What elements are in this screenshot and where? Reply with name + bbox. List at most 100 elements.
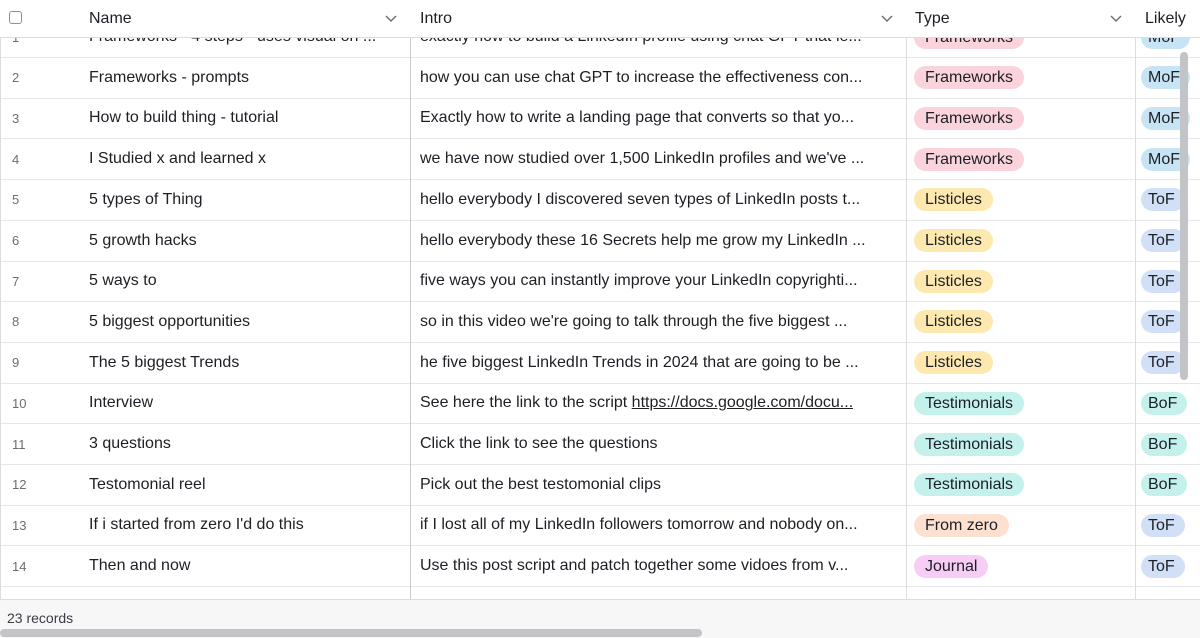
type-tag: Listicles <box>914 229 993 252</box>
type-cell[interactable]: Journal <box>914 546 1114 586</box>
type-tag: Testimonials <box>914 473 1025 497</box>
type-cell[interactable]: Testimonials <box>914 424 1114 464</box>
funnel-stage-tag: ToF <box>1141 351 1185 375</box>
table-row[interactable]: 5 5 types of Thing hello everybody I disco… <box>0 180 1200 221</box>
table-row[interactable]: 2 Frameworks - prompts how you can use cha… <box>0 58 1200 99</box>
intro-cell[interactable]: Exactly how to write a landing page that… <box>420 98 898 138</box>
name-cell[interactable]: Then and now <box>89 546 399 586</box>
name-cell[interactable]: 5 ways to <box>89 261 399 301</box>
likely-cell[interactable]: BoF <box>1141 383 1200 423</box>
likely-cell[interactable]: MoF <box>1141 139 1200 179</box>
table-row[interactable]: 6 5 growth hacks hello everybody these 16 … <box>0 221 1200 262</box>
likely-cell[interactable]: BoF <box>1141 465 1200 505</box>
column-header-type[interactable]: Type <box>915 0 1135 37</box>
row-number: 4 <box>12 151 20 167</box>
intro-text: Pick out the best testomonial clips <box>420 475 662 493</box>
type-cell[interactable]: Testimonials <box>914 383 1114 423</box>
intro-cell[interactable]: we have now studied over 1,500 LinkedIn … <box>420 139 898 179</box>
type-cell[interactable]: Listicles <box>914 343 1114 383</box>
table-row[interactable]: 4 I Studied x and learned x we have now st… <box>0 139 1200 181</box>
name-cell[interactable]: Frameworks - prompts <box>89 58 399 98</box>
name-cell[interactable]: The 5 biggest Trends <box>89 343 399 383</box>
intro-cell[interactable]: Pick out the best testomonial clips <box>420 465 898 505</box>
intro-cell[interactable]: See here the link to the script https://… <box>420 383 898 423</box>
type-cell[interactable]: Frameworks <box>914 98 1114 138</box>
intro-cell[interactable]: hello everybody these 16 Secrets help me… <box>420 221 898 261</box>
likely-cell[interactable]: MoF <box>1141 58 1200 98</box>
name-cell[interactable]: 5 types of Thing <box>89 180 399 220</box>
likely-cell[interactable]: ToF <box>1141 546 1200 586</box>
table-row[interactable]: 8 5 biggest opportunities so in this video… <box>0 302 1200 343</box>
name-cell[interactable]: 3 questions <box>89 424 399 464</box>
funnel-stage-tag: ToF <box>1141 310 1185 334</box>
type-cell[interactable]: Listicles <box>914 221 1114 261</box>
likely-cell[interactable]: ToF <box>1141 302 1200 342</box>
vertical-scrollbar[interactable] <box>1180 52 1188 380</box>
table-row[interactable]: 11 3 questions Click the link to see the q… <box>0 424 1200 465</box>
row-number: 11 <box>12 436 26 452</box>
type-cell[interactable]: Listicles <box>914 180 1114 220</box>
row-number: 3 <box>12 110 20 126</box>
name-cell[interactable]: 5 growth hacks <box>89 221 399 261</box>
table-row[interactable]: 3 How to build thing - tutorial Exactly ho… <box>0 98 1200 140</box>
intro-text: five ways you can instantly improve your… <box>420 272 858 290</box>
column-header-intro[interactable]: Intro <box>420 0 906 37</box>
column-header-likely[interactable]: Likely <box>1145 0 1200 37</box>
intro-cell[interactable]: Use this post script and patch together … <box>420 546 898 586</box>
row-number: 5 <box>12 192 20 208</box>
frozen-column-divider[interactable] <box>410 0 411 638</box>
type-cell[interactable]: Listicles <box>914 261 1114 301</box>
type-tag: Testimonials <box>914 432 1025 456</box>
intro-cell[interactable]: five ways you can instantly improve your… <box>420 261 898 301</box>
intro-text: he five biggest LinkedIn Trends in 2024 … <box>420 353 859 371</box>
type-cell[interactable]: From zero <box>914 505 1114 545</box>
name-cell[interactable]: 5 biggest opportunities <box>89 302 399 342</box>
intro-text: we have now studied over 1,500 LinkedIn … <box>420 150 865 168</box>
likely-cell[interactable]: ToF <box>1141 180 1200 220</box>
type-cell[interactable]: Frameworks <box>914 139 1114 179</box>
column-header-type-label: Type <box>915 9 950 27</box>
intro-cell[interactable]: how you can use chat GPT to increase the… <box>420 58 898 98</box>
likely-cell[interactable]: ToF <box>1141 221 1200 261</box>
intro-text: how you can use chat GPT to increase the… <box>420 68 863 86</box>
column-header-name[interactable]: Name <box>89 0 410 37</box>
table-row[interactable]: 14 Then and now Use this post script and p… <box>0 546 1200 588</box>
intro-cell[interactable]: if I lost all of my LinkedIn followers t… <box>420 505 898 545</box>
name-cell[interactable]: Interview <box>89 383 399 423</box>
likely-cell[interactable]: ToF <box>1141 505 1200 545</box>
grid-header: Name Intro Type Likely <box>0 0 1200 38</box>
intro-text: See here the link to the script https://… <box>420 394 853 412</box>
likely-cell[interactable]: ToF <box>1141 343 1200 383</box>
type-cell[interactable]: Listicles <box>914 302 1114 342</box>
type-tag: From zero <box>914 513 1009 537</box>
table-row[interactable]: 10 Interview See here the link to the scri… <box>0 383 1200 425</box>
table-row[interactable]: 9 The 5 biggest Trends he five biggest Lin… <box>0 343 1200 384</box>
table-row[interactable]: 12 Testomonial reel Pick out the best test… <box>0 465 1200 506</box>
horizontal-scrollbar[interactable] <box>0 629 702 637</box>
intro-cell[interactable]: he five biggest LinkedIn Trends in 2024 … <box>420 343 898 383</box>
likely-cell[interactable]: ToF <box>1141 261 1200 301</box>
chevron-down-icon[interactable] <box>880 11 894 25</box>
name-cell[interactable]: How to build thing - tutorial <box>89 98 399 138</box>
select-all-checkbox[interactable] <box>9 11 22 24</box>
type-cell[interactable]: Testimonials <box>914 465 1114 505</box>
likely-cell[interactable]: BoF <box>1141 424 1200 464</box>
funnel-stage-tag: ToF <box>1141 269 1185 293</box>
intro-cell[interactable]: so in this video we're going to talk thr… <box>420 302 898 342</box>
name-cell[interactable]: If i started from zero I'd do this <box>89 505 399 545</box>
data-grid: 1Frameworks - 4 steps - uses visual on .… <box>0 0 1200 638</box>
table-row[interactable]: 7 5 ways to five ways you can instantly im… <box>0 261 1200 303</box>
intro-link[interactable]: https://docs.google.com/docu... <box>632 394 853 411</box>
table-row[interactable]: 13 If i started from zero I'd do this if I… <box>0 505 1200 547</box>
name-cell[interactable]: I Studied x and learned x <box>89 139 399 179</box>
name-cell[interactable]: Testomonial reel <box>89 465 399 505</box>
funnel-stage-tag: ToF <box>1141 188 1185 212</box>
intro-cell[interactable]: hello everybody I discovered seven types… <box>420 180 898 220</box>
row-number: 6 <box>12 233 20 248</box>
chevron-down-icon[interactable] <box>1109 11 1123 25</box>
type-cell[interactable]: Frameworks <box>914 58 1114 98</box>
row-number: 8 <box>12 314 20 330</box>
likely-cell[interactable]: MoF <box>1141 98 1200 138</box>
intro-cell[interactable]: Click the link to see the questions <box>420 424 898 464</box>
chevron-down-icon[interactable] <box>384 11 398 25</box>
